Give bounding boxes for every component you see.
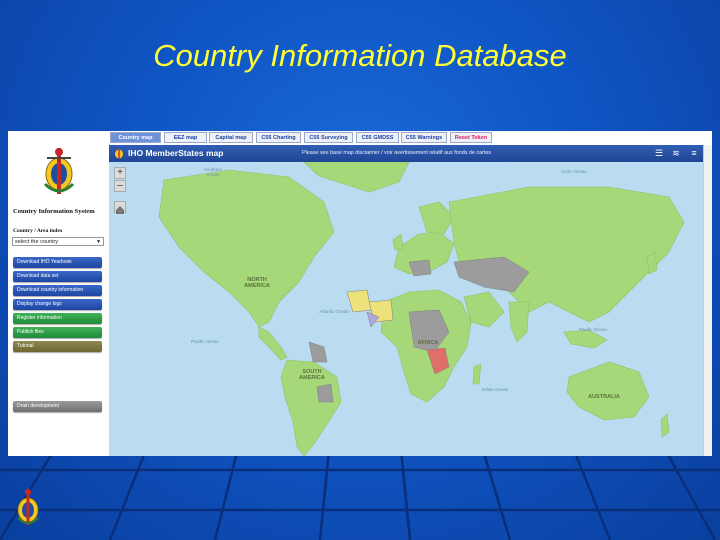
country-select[interactable]: select the country ▼ bbox=[12, 237, 104, 246]
left-panel: Country Information System Country / Are… bbox=[8, 131, 110, 456]
user-button[interactable]: Drain development bbox=[13, 401, 102, 412]
system-title: Country Information System bbox=[13, 208, 95, 215]
tab-c55-gmdss[interactable]: C55 GMDSS bbox=[356, 132, 399, 143]
map-header: IHO MemberStates map Please see base map… bbox=[109, 145, 703, 162]
map-scrollbar[interactable] bbox=[703, 145, 712, 456]
tab-eez-map[interactable]: EEZ map bbox=[164, 132, 207, 143]
map-title: IHO MemberStates map bbox=[128, 148, 224, 158]
world-map[interactable]: + – NORTH AMERICA SOUTH AMERICA AFRICA A… bbox=[109, 162, 703, 456]
tab-bar: Country map EEZ map Capital map C55 Char… bbox=[109, 131, 712, 144]
tab-reset-token[interactable]: Reset Token bbox=[450, 132, 492, 143]
tab-country-map[interactable]: Country map bbox=[110, 132, 161, 143]
tab-capital-map[interactable]: Capital map bbox=[209, 132, 253, 143]
tutorial-button[interactable]: Tutorial bbox=[13, 341, 102, 352]
screenshot-window: Country Information System Country / Are… bbox=[8, 131, 712, 456]
zoom-in-button[interactable]: + bbox=[114, 167, 126, 179]
map-label-indian: Indian Ocean bbox=[481, 387, 509, 392]
layers-icon[interactable]: ≋ bbox=[671, 148, 681, 158]
zoom-out-button[interactable]: – bbox=[114, 180, 126, 192]
map-label-australia: AUSTRALIA bbox=[588, 394, 620, 400]
map-canvas bbox=[158, 162, 685, 456]
register-information-button[interactable]: Register information bbox=[13, 313, 102, 324]
display-change-logs-button[interactable]: Display change logs bbox=[13, 299, 102, 310]
map-label-africa: AFRICA bbox=[417, 340, 439, 346]
map-label-north-america: NORTH AMERICA bbox=[244, 277, 270, 289]
download-country-info-button[interactable]: Download country information bbox=[13, 285, 102, 296]
download-yearbook-button[interactable]: Download IHO Yearbook bbox=[13, 257, 102, 268]
slide-title: Country Information Database bbox=[153, 38, 567, 73]
map-disclaimer-link[interactable]: Please see base map disclaimer / voir av… bbox=[302, 150, 491, 156]
publish-files-button[interactable]: Publish files bbox=[13, 327, 102, 338]
map-label-pacific-right: Pacific Ocean bbox=[579, 327, 607, 332]
download-dataset-button[interactable]: Download data set bbox=[13, 271, 102, 282]
iho-crest-icon bbox=[115, 148, 123, 159]
country-index-label: Country / Area index bbox=[13, 228, 63, 234]
country-select-value: select the country bbox=[15, 239, 59, 245]
iho-crest-icon bbox=[17, 489, 39, 525]
map-label-arctic: Arctic Ocean bbox=[561, 169, 587, 174]
map-label-pacific-left: Pacific Ocean bbox=[191, 339, 219, 344]
tab-c55-surveying[interactable]: C55 Surveying bbox=[304, 132, 353, 143]
tab-c55-warnings[interactable]: C55 Warnings bbox=[401, 132, 447, 143]
menu-icon[interactable]: ≡ bbox=[689, 148, 699, 158]
map-label-atlantic: Atlantic Ocean bbox=[319, 309, 349, 314]
list-icon[interactable]: ☰ bbox=[654, 148, 664, 158]
map-label-southern: Southern Ocean bbox=[203, 167, 223, 177]
chevron-down-icon: ▼ bbox=[96, 239, 101, 245]
home-icon[interactable] bbox=[114, 201, 126, 214]
map-label-south-america: SOUTH AMERICA bbox=[299, 369, 325, 381]
tab-c55-charting[interactable]: C55 Charting bbox=[256, 132, 301, 143]
iho-crest-icon bbox=[43, 148, 75, 194]
